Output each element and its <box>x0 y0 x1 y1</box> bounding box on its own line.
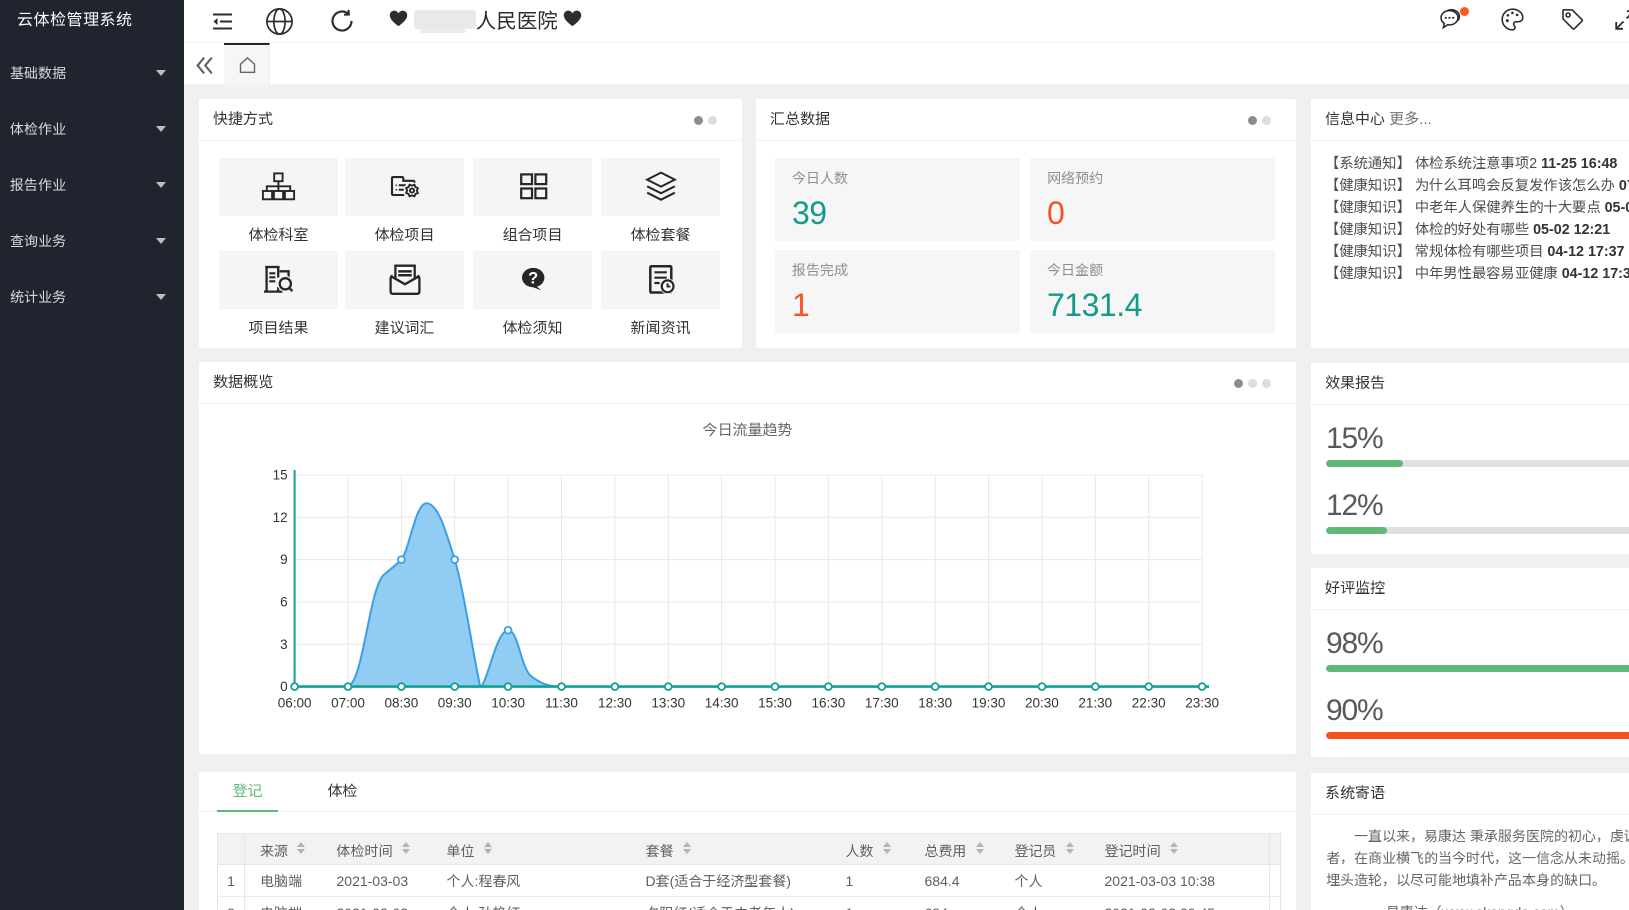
svg-text:15: 15 <box>273 468 288 483</box>
svg-text:22:30: 22:30 <box>1132 696 1166 711</box>
svg-text:?: ? <box>528 269 538 287</box>
svg-text:21:30: 21:30 <box>1078 696 1112 711</box>
svg-text:10:30: 10:30 <box>491 696 525 711</box>
svg-text:9: 9 <box>280 552 288 567</box>
svg-text:15:30: 15:30 <box>758 696 792 711</box>
svg-text:14:30: 14:30 <box>705 696 739 711</box>
svg-text:06:00: 06:00 <box>278 696 312 711</box>
svg-text:17:30: 17:30 <box>865 696 899 711</box>
svg-text:13:30: 13:30 <box>651 696 685 711</box>
svg-text:18:30: 18:30 <box>918 696 952 711</box>
svg-text:0: 0 <box>280 679 288 694</box>
svg-text:07:00: 07:00 <box>331 696 365 711</box>
svg-text:16:30: 16:30 <box>812 696 846 711</box>
svg-text:12: 12 <box>273 510 288 525</box>
svg-text:19:30: 19:30 <box>972 696 1006 711</box>
svg-text:11:30: 11:30 <box>545 696 578 711</box>
svg-text:3: 3 <box>280 637 288 652</box>
svg-text:20:30: 20:30 <box>1025 696 1059 711</box>
svg-text:08:30: 08:30 <box>385 696 419 711</box>
svg-text:6: 6 <box>280 595 288 610</box>
svg-text:12:30: 12:30 <box>598 696 632 711</box>
svg-text:23:30: 23:30 <box>1185 696 1219 711</box>
svg-text:09:30: 09:30 <box>438 696 472 711</box>
